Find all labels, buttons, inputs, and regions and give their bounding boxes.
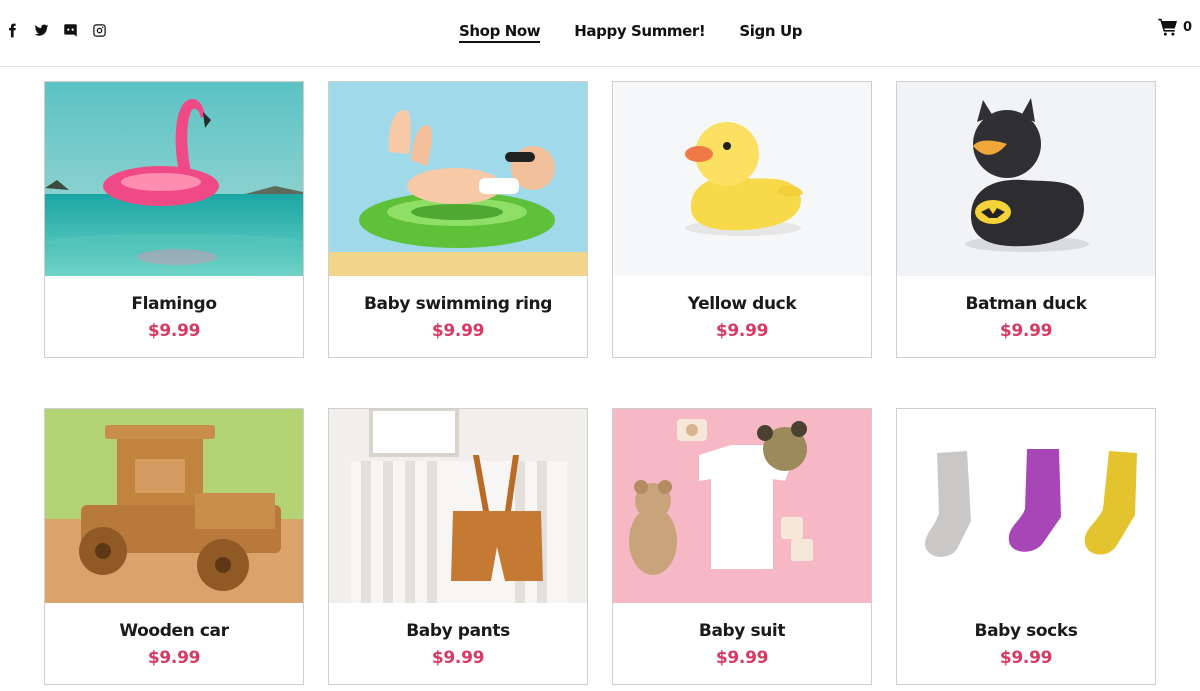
social-links <box>4 22 107 38</box>
product-image-baby-pants <box>329 409 587 603</box>
main-nav: Shop Now Happy Summer! Sign Up <box>459 22 802 43</box>
product-price: $9.99 <box>715 321 769 341</box>
cart-icon <box>1158 18 1177 36</box>
discord-icon[interactable] <box>62 22 78 38</box>
cart-button[interactable]: 0 <box>1158 18 1192 36</box>
product-image-baby-swimming-ring <box>329 82 587 276</box>
product-image-wooden-car <box>45 409 303 603</box>
product-card-flamingo[interactable]: Flamingo $9.99 <box>44 81 304 358</box>
product-name: Flamingo <box>131 294 217 314</box>
product-price: $9.99 <box>147 648 201 668</box>
product-card-baby-suit[interactable]: Baby suit $9.99 <box>612 408 872 685</box>
product-image-flamingo <box>45 82 303 276</box>
product-card-baby-pants[interactable]: Baby pants $9.99 <box>328 408 588 685</box>
product-price: $9.99 <box>147 321 201 341</box>
nav-happy-summer[interactable]: Happy Summer! <box>574 22 706 43</box>
product-name: Baby socks <box>974 621 1078 641</box>
product-card-batman-duck[interactable]: Batman duck $9.99 <box>896 81 1156 358</box>
product-name: Wooden car <box>119 621 229 641</box>
product-image-baby-suit <box>613 409 871 603</box>
nav-sign-up[interactable]: Sign Up <box>739 22 802 43</box>
product-name: Baby swimming ring <box>364 294 552 314</box>
twitter-icon[interactable] <box>33 22 49 38</box>
instagram-icon[interactable] <box>91 22 107 38</box>
product-price: $9.99 <box>431 648 485 668</box>
nav-shop-now[interactable]: Shop Now <box>459 22 541 43</box>
top-header: Shop Now Happy Summer! Sign Up 0 <box>0 0 1200 67</box>
product-image-batman-duck <box>897 82 1155 276</box>
facebook-icon[interactable] <box>4 22 20 38</box>
product-name: Baby suit <box>698 621 786 641</box>
product-card-baby-socks[interactable]: Baby socks $9.99 <box>896 408 1156 685</box>
product-name: Baby pants <box>406 621 510 641</box>
product-name: Batman duck <box>965 294 1087 314</box>
product-name: Yellow duck <box>687 294 797 314</box>
product-image-yellow-duck <box>613 82 871 276</box>
cart-count: 0 <box>1183 19 1193 35</box>
product-card-wooden-car[interactable]: Wooden car $9.99 <box>44 408 304 685</box>
product-price: $9.99 <box>999 648 1053 668</box>
product-image-baby-socks <box>897 409 1155 603</box>
product-card-baby-swimming-ring[interactable]: Baby swimming ring $9.99 <box>328 81 588 358</box>
product-price: $9.99 <box>999 321 1053 341</box>
product-price: $9.99 <box>715 648 769 668</box>
product-card-yellow-duck[interactable]: Yellow duck $9.99 <box>612 81 872 358</box>
product-price: $9.99 <box>431 321 485 341</box>
